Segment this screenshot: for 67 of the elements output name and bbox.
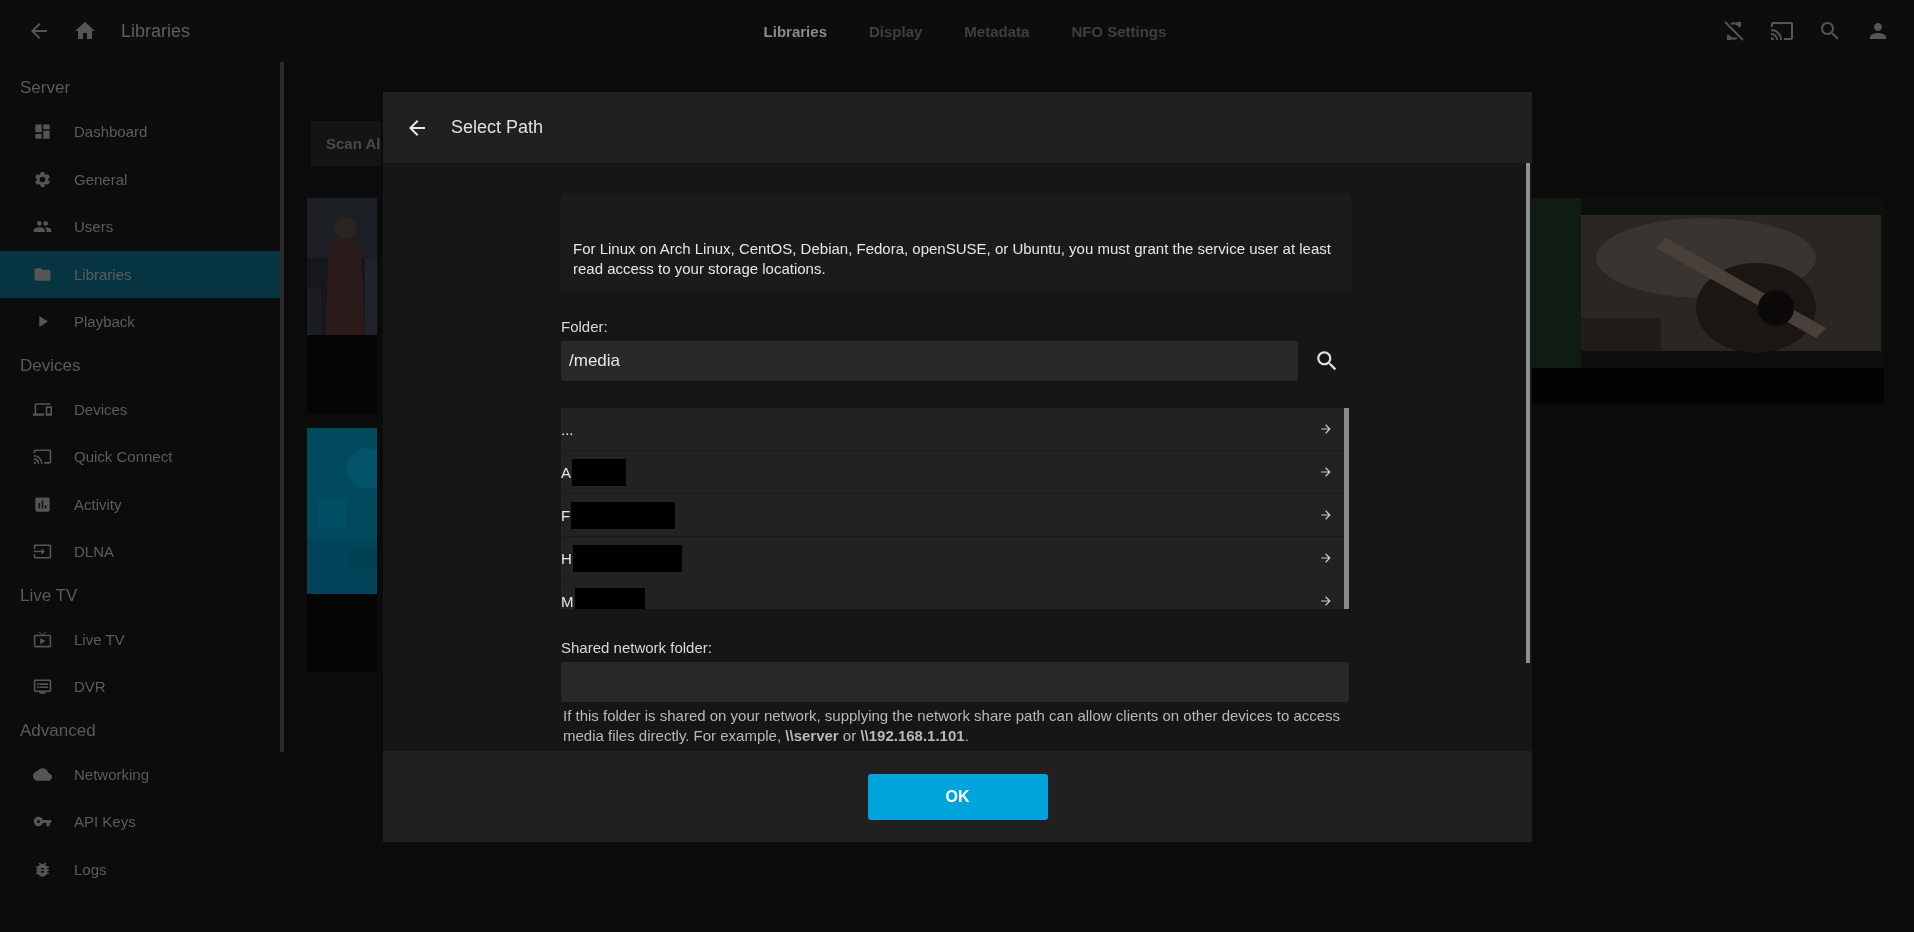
arrow-right-icon <box>1319 465 1333 479</box>
monitor-icon <box>33 677 52 697</box>
folder-name: F <box>561 506 571 524</box>
nav-label: General <box>74 170 128 188</box>
nav-label: Playback <box>74 313 135 331</box>
section-header: Devices <box>19 354 82 377</box>
folder-name: M <box>561 592 574 609</box>
nav-label: Libraries <box>74 265 132 283</box>
nav-label: DVR <box>74 678 106 696</box>
nav-label: DLNA <box>74 543 114 561</box>
nav-item[interactable]: Activity <box>0 480 280 528</box>
section-header: Live TV <box>19 584 79 607</box>
folder-name: ... <box>561 420 574 438</box>
nav-item[interactable]: Users <box>0 203 280 251</box>
arrow-right-icon <box>1319 422 1333 436</box>
nav-item[interactable]: Dashboard <box>0 108 280 156</box>
help-text: If this folder is shared on your network, supplying the network share path can allow clients on other devices to access media files directly. For example, \\server or \\192.168.1.101. <box>563 706 1342 746</box>
scrollbar[interactable] <box>1526 163 1530 663</box>
section-header: Advanced <box>19 719 97 742</box>
arrow-right-icon <box>1319 508 1333 522</box>
nav-item[interactable]: Devices <box>0 385 280 433</box>
input-icon <box>33 542 52 562</box>
folder-name: A <box>561 463 571 481</box>
nav-label: Logs <box>74 860 107 878</box>
arrow-right-icon <box>1319 551 1333 565</box>
nav-item[interactable]: DVR <box>0 663 280 711</box>
bar-chart-icon <box>33 494 52 514</box>
nav-label: Dashboard <box>74 123 148 141</box>
info-text: For Linux on Arch Linux, CentOS, Debian, Fedora, openSUSE, or Ubuntu, you must grant the service user at least read access to your storage locations. <box>573 239 1332 279</box>
nav-item[interactable]: DLNA <box>0 528 280 576</box>
folder-field[interactable]: /media <box>561 341 1298 381</box>
field-label: Folder: <box>561 318 609 335</box>
nav-label: Quick Connect <box>74 448 173 466</box>
nav-item[interactable]: Libraries <box>0 250 280 298</box>
nav-item[interactable]: Playback <box>0 298 280 346</box>
nav-item[interactable]: Quick Connect <box>0 433 280 481</box>
folder-entry[interactable]: F <box>561 494 1349 537</box>
nav-item[interactable]: Networking <box>0 750 280 798</box>
nav-label: Users <box>74 218 114 236</box>
nav-label: API Keys <box>74 813 136 831</box>
dialog-title: Select Path <box>451 117 544 138</box>
dashboard-icon <box>33 122 52 142</box>
scrollbar[interactable] <box>1344 408 1349 609</box>
arrow-right-icon <box>1319 594 1333 608</box>
ok-button[interactable]: OK <box>867 773 1048 820</box>
folder-name: H <box>561 549 572 567</box>
nav-label: Devices <box>74 400 128 418</box>
nav-item[interactable]: API Keys <box>0 798 280 846</box>
section-header: Server <box>19 77 72 99</box>
page-title: Libraries <box>121 20 191 42</box>
tab[interactable]: Libraries <box>763 22 827 40</box>
nav-label: Activity <box>74 495 122 513</box>
nav-item[interactable]: Logs <box>0 845 280 893</box>
cast-icon <box>33 447 52 467</box>
folder-entry[interactable]: A <box>561 451 1349 494</box>
nav-item[interactable]: General <box>0 155 280 203</box>
field-label: Shared network folder: <box>561 639 713 656</box>
folder-entry[interactable]: M <box>561 580 1349 609</box>
cast-icon[interactable] <box>1770 19 1794 43</box>
tv-icon <box>33 629 52 649</box>
nav-label: Live TV <box>74 630 125 648</box>
settings-icon <box>33 169 52 189</box>
nav-label: Networking <box>74 765 150 783</box>
folder-entry[interactable]: H <box>561 537 1349 580</box>
nav-item[interactable]: Live TV <box>0 615 280 663</box>
library-card[interactable] <box>307 428 377 672</box>
sync-off-icon[interactable] <box>1722 19 1746 43</box>
